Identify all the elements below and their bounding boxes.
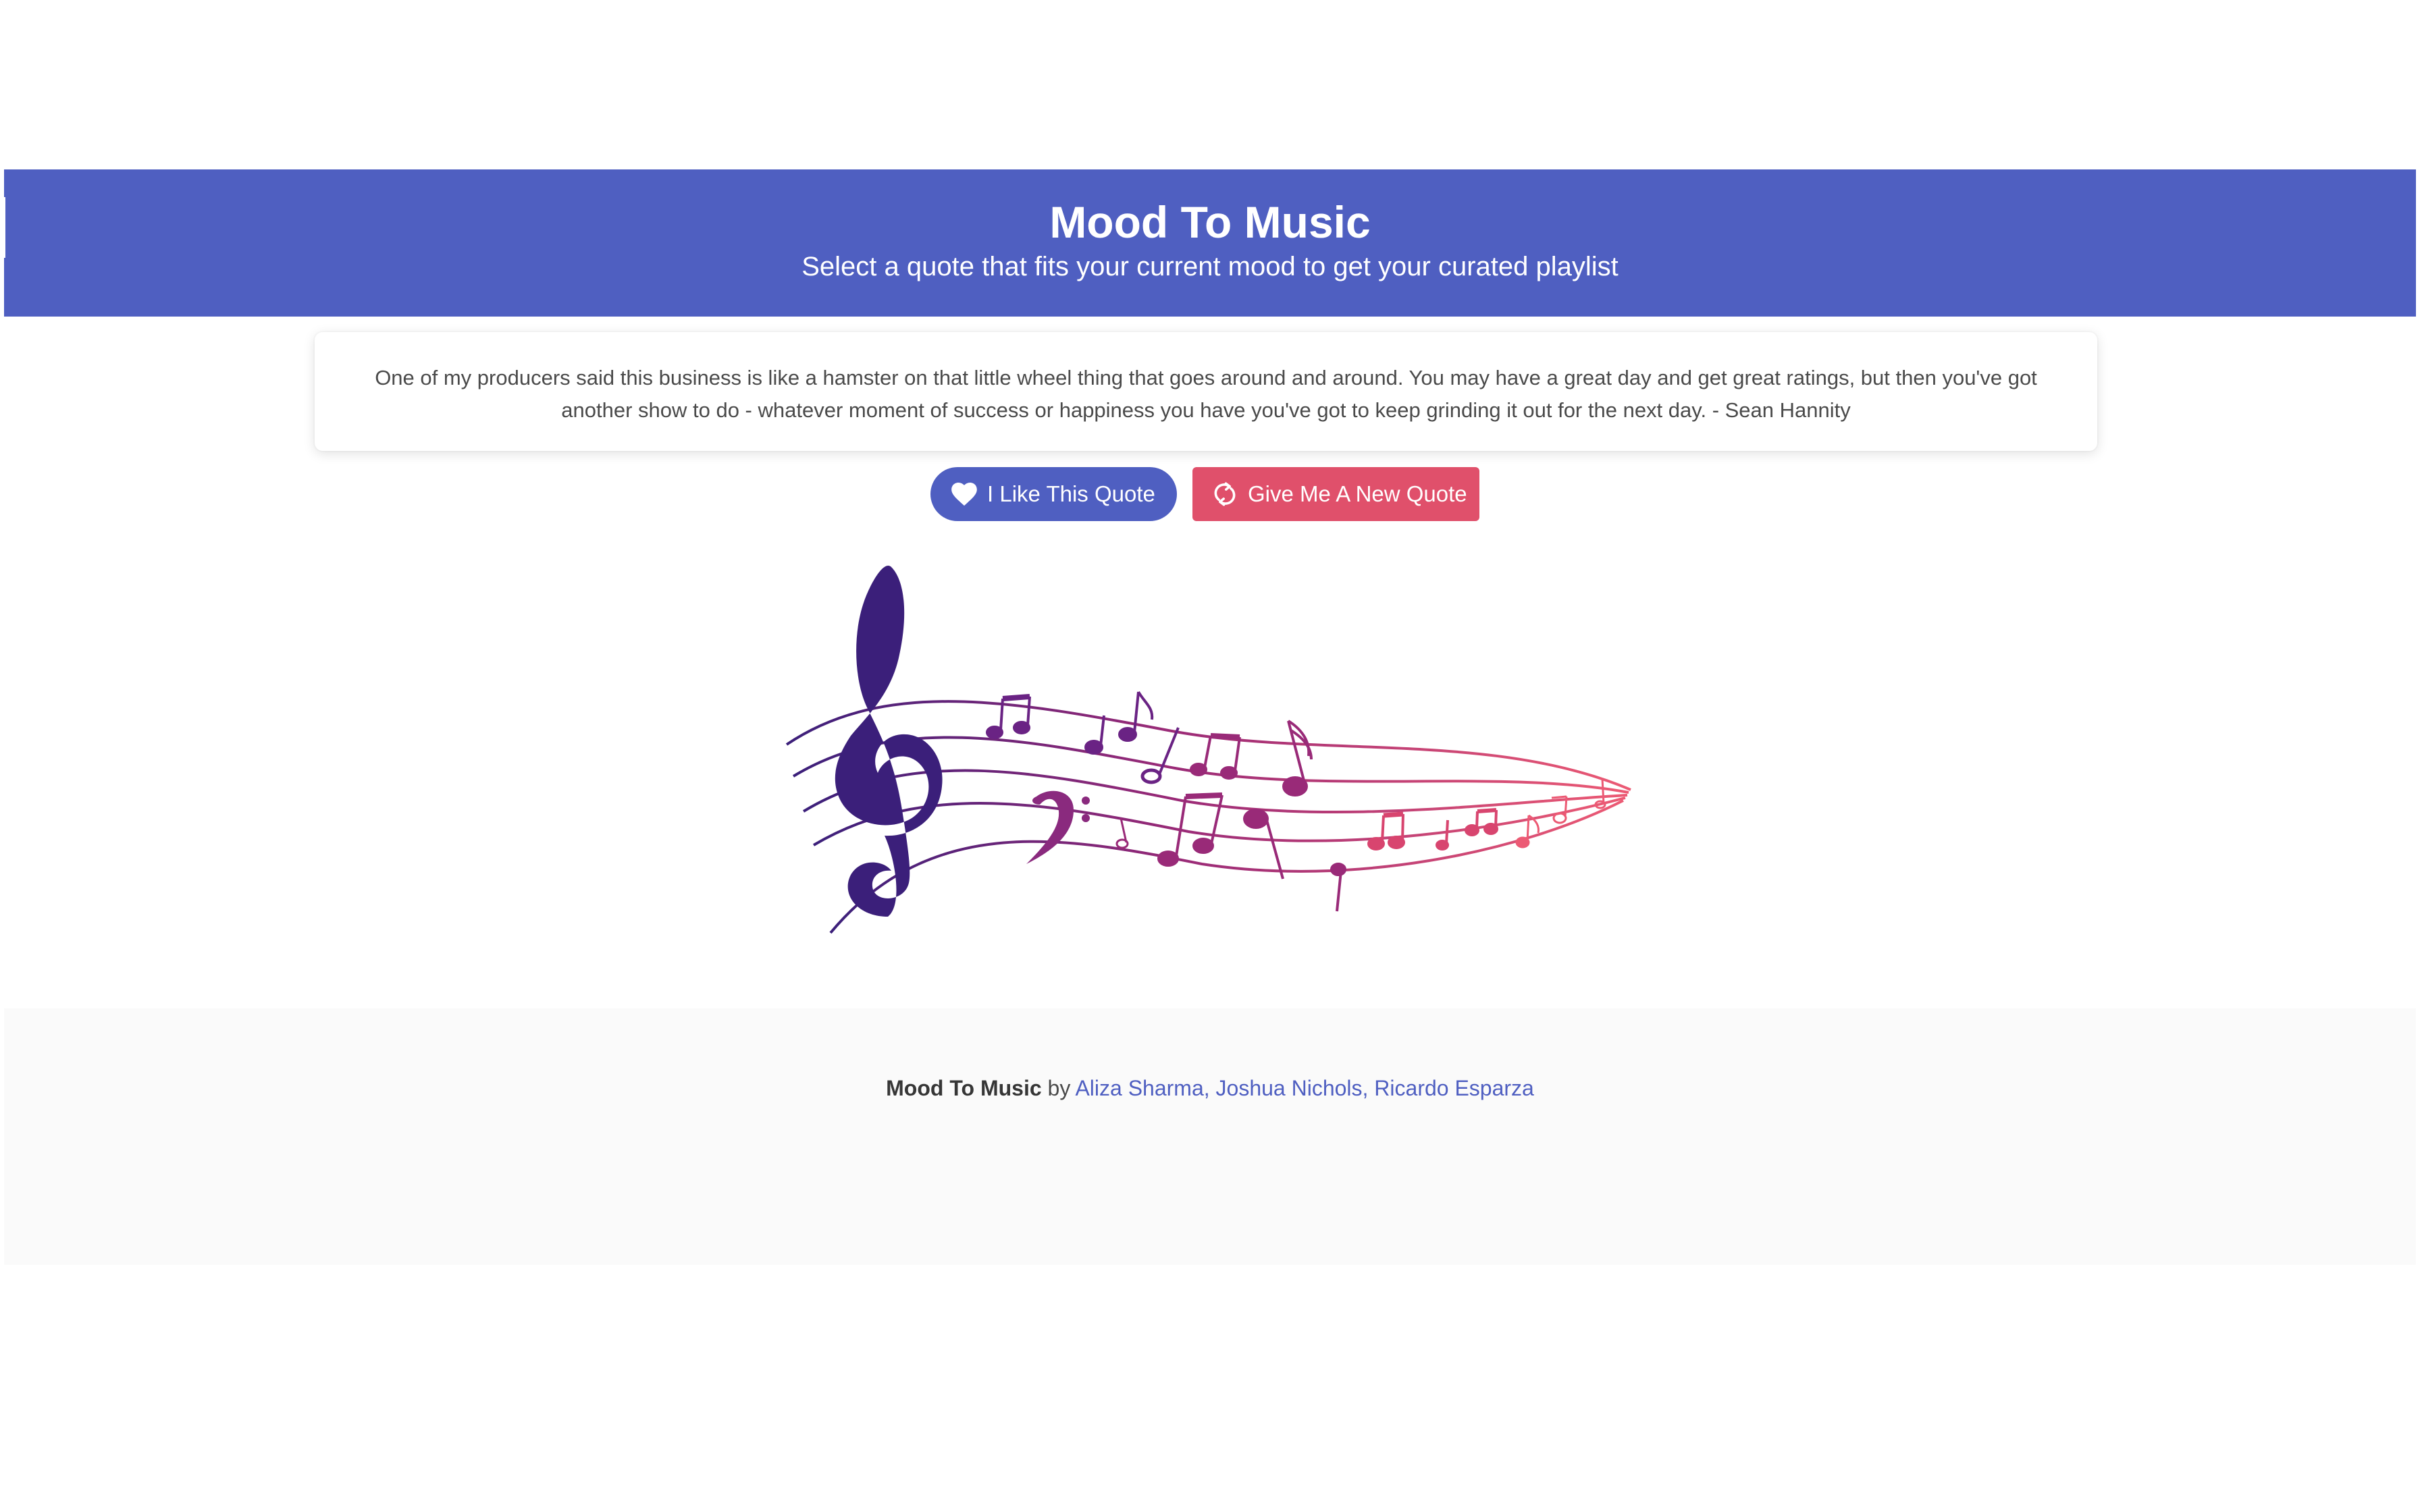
hero-edge-notch [0,197,5,258]
bass-clef-icon [1026,790,1090,864]
footer-app-name: Mood To Music [886,1076,1042,1100]
music-staff-illustration [785,565,1631,934]
page-subtitle: Select a quote that fits your current mo… [801,252,1619,281]
quote-text: One of my producers said this business i… [375,366,2037,422]
new-quote-button[interactable]: Give Me A New Quote [1192,467,1479,521]
quote-card: One of my producers said this business i… [315,332,2097,451]
hero-banner: Mood To Music Select a quote that fits y… [4,169,2416,317]
refresh-icon [1210,479,1240,509]
footer-credits: Mood To Music by Aliza Sharma, Joshua Ni… [4,1072,2416,1104]
footer: Mood To Music by Aliza Sharma, Joshua Ni… [4,1008,2416,1265]
heart-icon [949,479,979,509]
footer-authors-link[interactable]: Aliza Sharma, Joshua Nichols, Ricardo Es… [1075,1076,1533,1100]
page: Mood To Music Select a quote that fits y… [0,0,2420,1512]
like-quote-button[interactable]: I Like This Quote [930,467,1177,521]
footer-by-text: by [1047,1076,1071,1100]
like-quote-label: I Like This Quote [987,481,1155,506]
new-quote-label: Give Me A New Quote [1248,481,1467,506]
page-title: Mood To Music [1049,197,1371,247]
music-notes [986,691,1606,912]
treble-clef-icon [835,565,943,917]
